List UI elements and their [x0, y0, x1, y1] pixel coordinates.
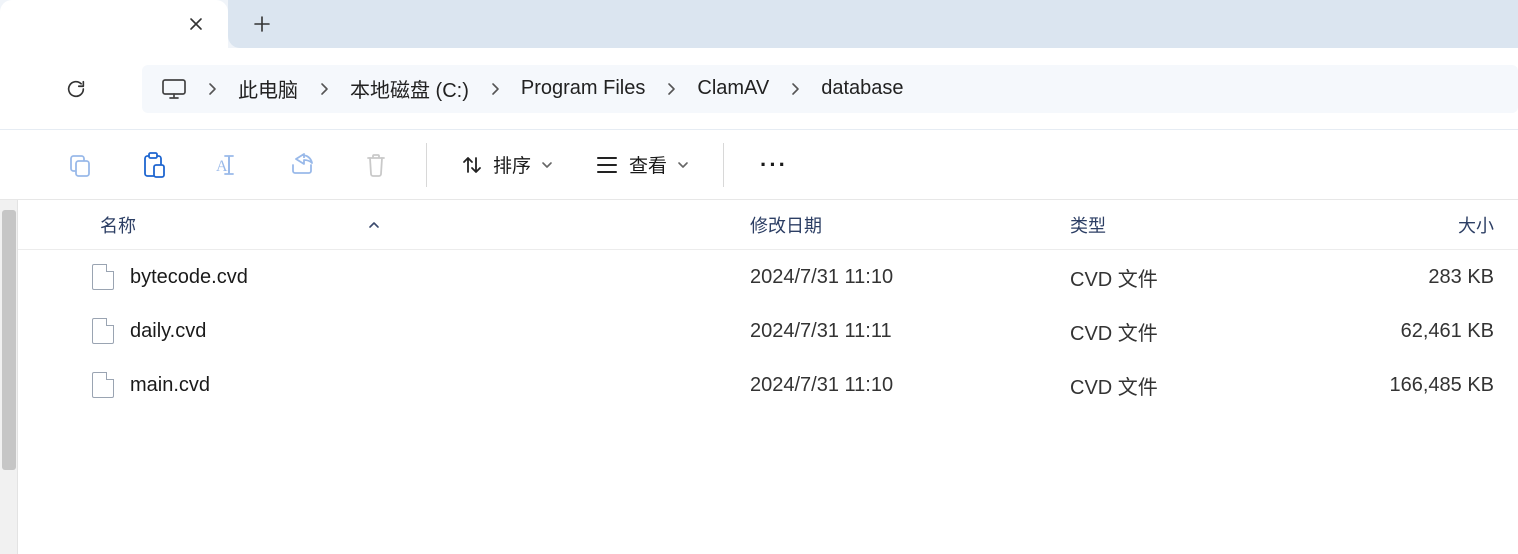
file-icon [92, 264, 114, 290]
view-button[interactable]: 查看 [587, 141, 697, 189]
file-modified: 2024/7/31 11:10 [750, 266, 893, 289]
sort-label: 排序 [493, 151, 531, 178]
file-row[interactable]: bytecode.cvd 2024/7/31 11:10 CVD 文件 283 … [18, 250, 1518, 304]
copy-icon [67, 152, 93, 178]
refresh-button[interactable] [56, 69, 96, 109]
address-bar-row: 此电脑 本地磁盘 (C:) Program Files ClamAV datab… [0, 48, 1518, 130]
chevron-right-icon [661, 82, 681, 96]
share-button[interactable] [278, 141, 326, 189]
breadcrumb-segment-2[interactable]: database [815, 73, 909, 104]
column-header-name[interactable]: 名称 [18, 200, 738, 249]
file-row[interactable]: main.cvd 2024/7/31 11:10 CVD 文件 166,485 … [18, 358, 1518, 412]
delete-button[interactable] [352, 141, 400, 189]
chevron-down-icon [677, 160, 689, 170]
breadcrumb-segment-0[interactable]: Program Files [515, 73, 651, 104]
file-type: CVD 文件 [1070, 371, 1158, 400]
ellipsis-icon: ··· [760, 152, 788, 178]
pc-icon [156, 71, 192, 107]
file-size: 62,461 KB [1401, 320, 1494, 343]
paste-icon [141, 151, 167, 179]
new-tab-button[interactable] [242, 4, 282, 44]
share-icon [288, 153, 316, 177]
close-tab-button[interactable] [182, 10, 210, 38]
sort-indicator-icon [368, 218, 380, 232]
file-list-area: 名称 修改日期 类型 大小 bytecode.cvd 2024/7/31 11:… [0, 200, 1518, 554]
toolbar-divider [723, 143, 724, 187]
sort-icon [461, 154, 483, 176]
file-modified: 2024/7/31 11:11 [750, 320, 892, 343]
file-row[interactable]: daily.cvd 2024/7/31 11:11 CVD 文件 62,461 … [18, 304, 1518, 358]
column-header-modified[interactable]: 修改日期 [738, 200, 1058, 249]
close-icon [189, 17, 203, 31]
refresh-icon [65, 78, 87, 100]
breadcrumb-segment-1[interactable]: ClamAV [691, 73, 775, 104]
column-header-name-label: 名称 [100, 212, 136, 238]
file-icon [92, 318, 114, 344]
file-size: 166,485 KB [1389, 374, 1494, 397]
sort-button[interactable]: 排序 [453, 141, 561, 189]
column-header-type-label: 类型 [1070, 212, 1106, 238]
breadcrumb-bar[interactable]: 此电脑 本地磁盘 (C:) Program Files ClamAV datab… [142, 65, 1518, 113]
scrollbar-thumb[interactable] [2, 210, 16, 470]
file-name: daily.cvd [130, 320, 206, 343]
toolbar: A 排序 查看 [0, 130, 1518, 200]
chevron-right-icon [314, 82, 334, 96]
chevron-down-icon [541, 160, 553, 170]
copy-button[interactable] [56, 141, 104, 189]
column-header-type[interactable]: 类型 [1058, 200, 1328, 249]
rename-button[interactable]: A [204, 141, 252, 189]
file-modified: 2024/7/31 11:10 [750, 374, 893, 397]
file-panel: 名称 修改日期 类型 大小 bytecode.cvd 2024/7/31 11:… [18, 200, 1518, 554]
more-button[interactable]: ··· [750, 141, 798, 189]
breadcrumb-this-pc[interactable]: 此电脑 [232, 70, 304, 107]
view-label: 查看 [629, 151, 667, 178]
toolbar-divider [426, 143, 427, 187]
tab-strip-background [228, 0, 1518, 48]
file-size: 283 KB [1428, 266, 1494, 289]
plus-icon [253, 15, 271, 33]
chevron-right-icon [785, 82, 805, 96]
trash-icon [364, 152, 388, 178]
column-headers: 名称 修改日期 类型 大小 [18, 200, 1518, 250]
file-type: CVD 文件 [1070, 263, 1158, 292]
rename-icon: A [214, 153, 242, 177]
paste-button[interactable] [130, 141, 178, 189]
chevron-right-icon [202, 82, 222, 96]
file-type: CVD 文件 [1070, 317, 1158, 346]
chevron-right-icon [485, 82, 505, 96]
breadcrumb-drive[interactable]: 本地磁盘 (C:) [344, 70, 475, 107]
nav-scrollbar[interactable] [0, 200, 18, 554]
column-header-modified-label: 修改日期 [750, 212, 822, 238]
file-icon [92, 372, 114, 398]
svg-text:A: A [216, 158, 228, 175]
column-header-size-label: 大小 [1458, 212, 1494, 238]
tab-strip [0, 0, 1518, 48]
column-header-size[interactable]: 大小 [1328, 200, 1518, 249]
file-name: main.cvd [130, 374, 210, 397]
view-list-icon [595, 155, 619, 175]
tab-current[interactable] [0, 0, 228, 48]
file-name: bytecode.cvd [130, 266, 248, 289]
